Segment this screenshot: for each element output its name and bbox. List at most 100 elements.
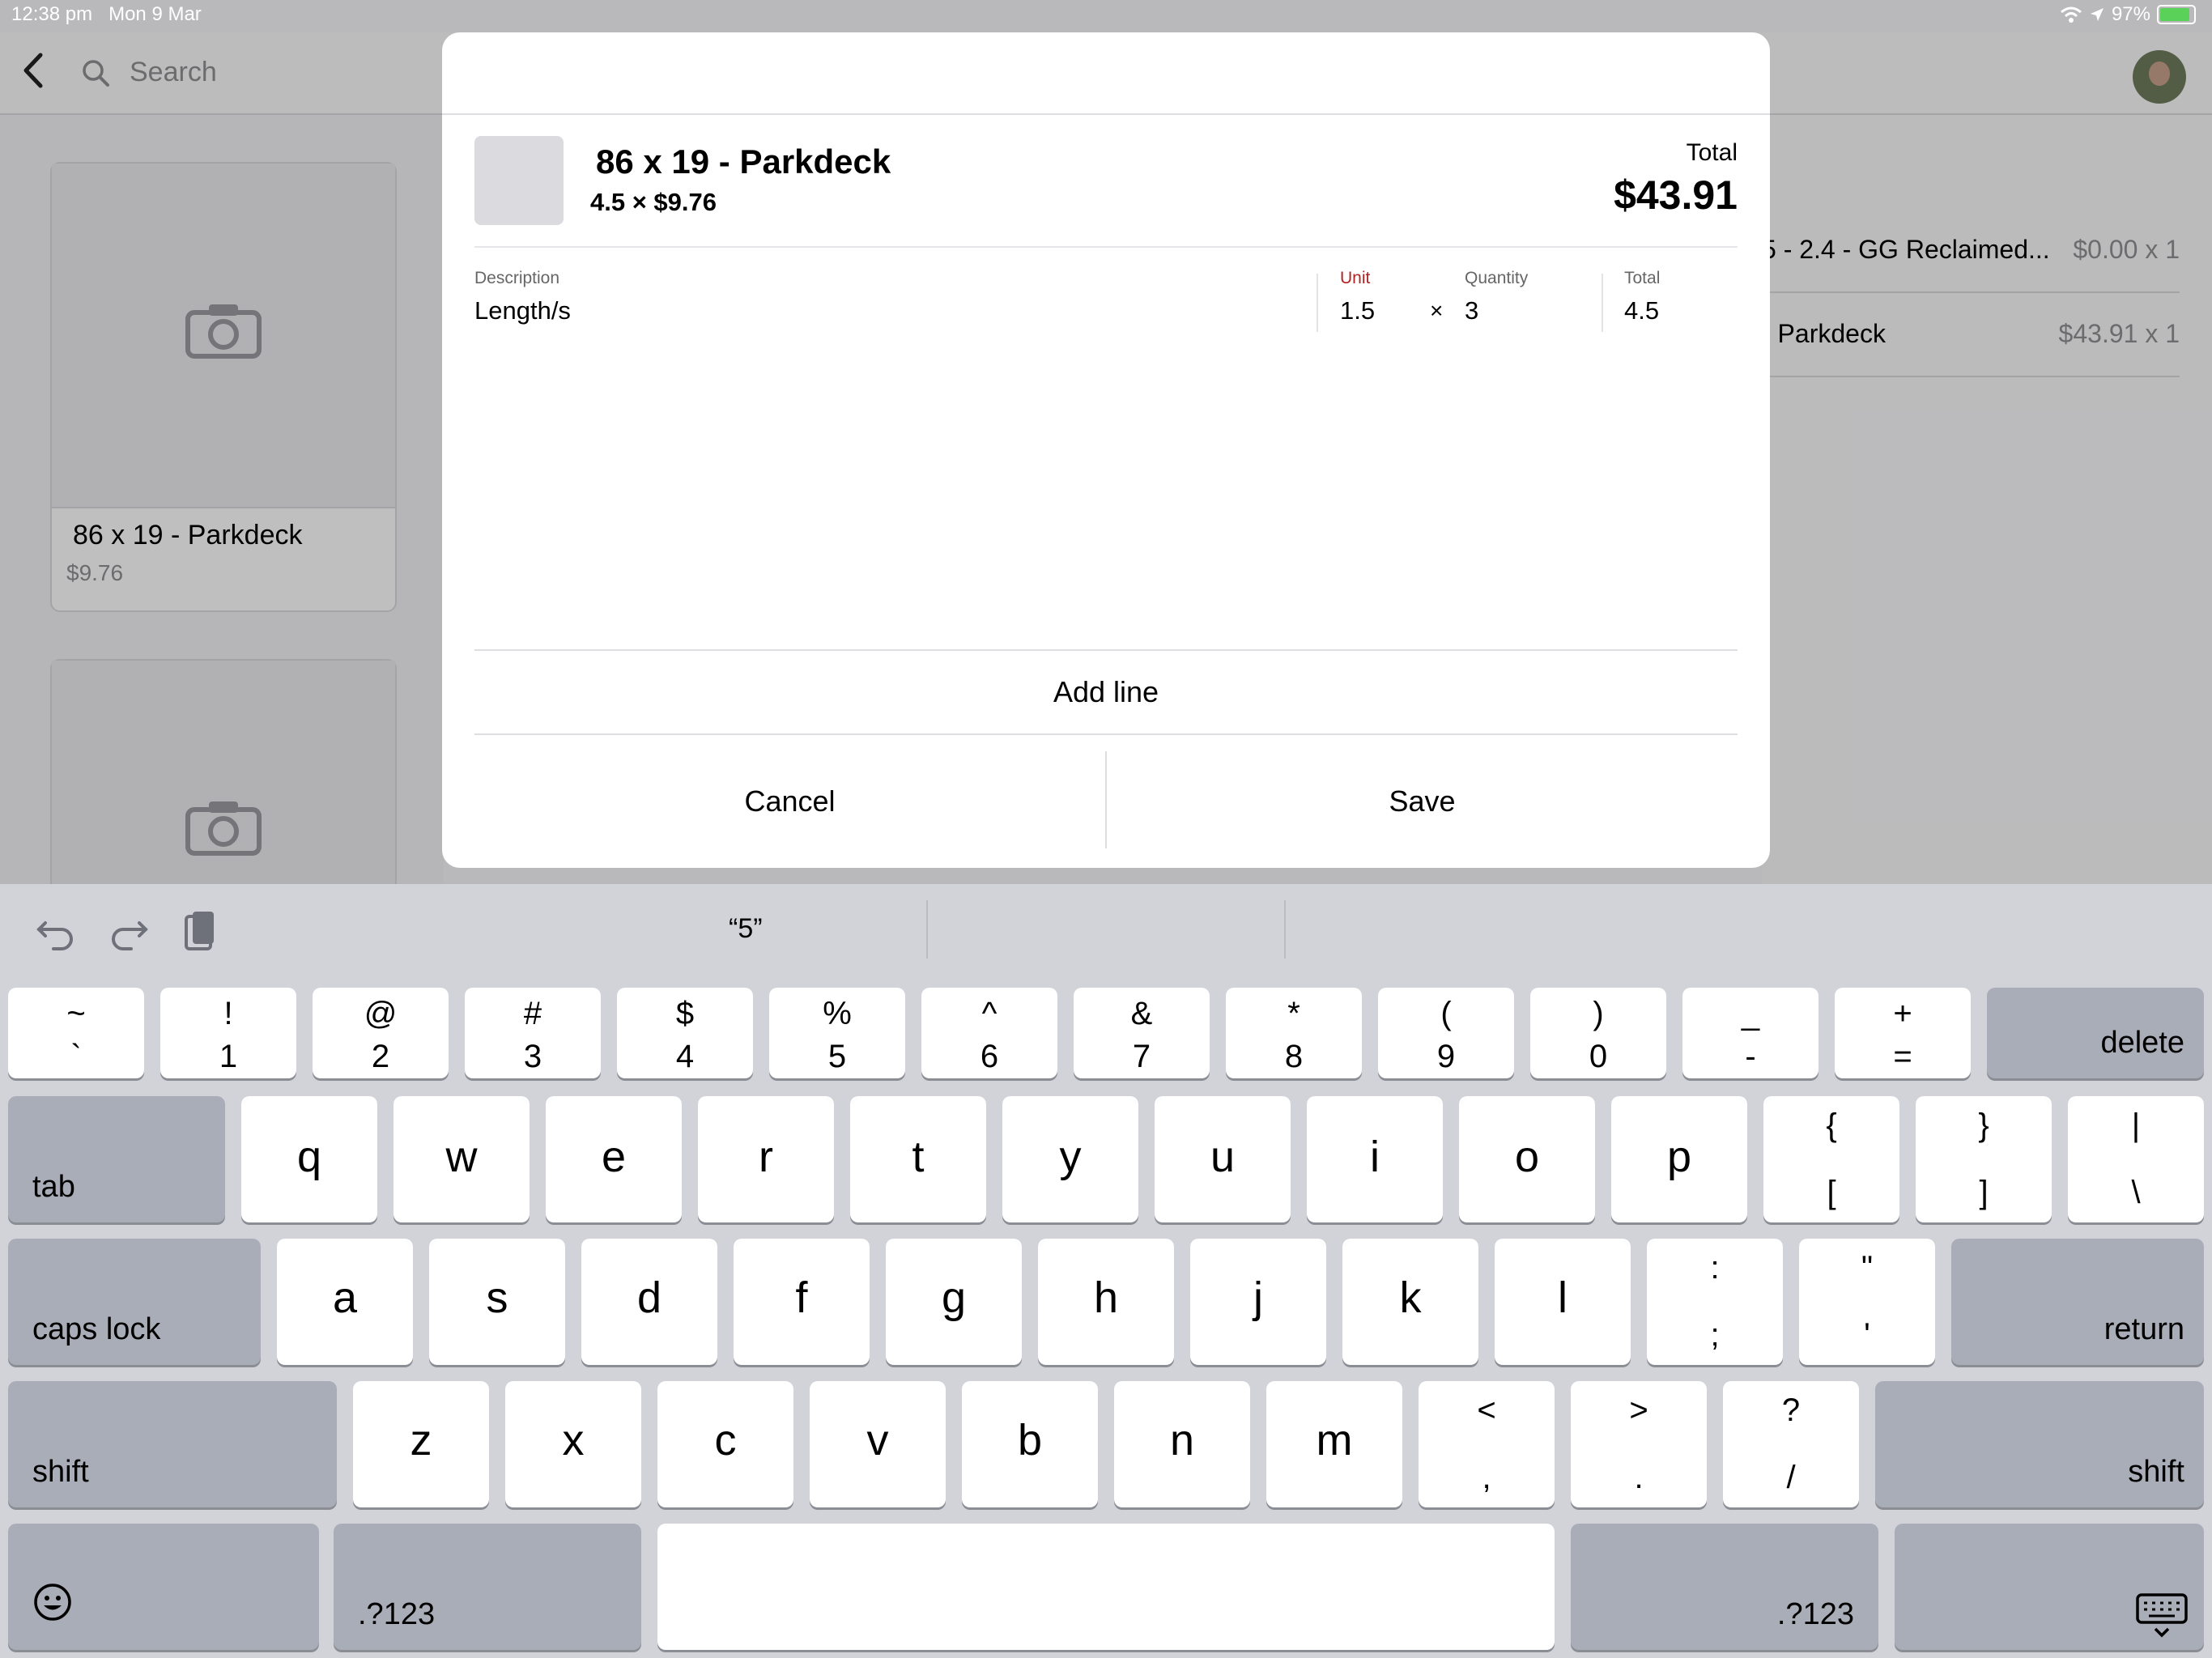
key-bottom-char: ] <box>1979 1175 1989 1210</box>
key-v[interactable]: v <box>810 1381 946 1507</box>
key-w[interactable]: w <box>393 1096 530 1222</box>
key-backslash[interactable]: | \ <box>2068 1096 2204 1222</box>
shift-key-left[interactable]: shift <box>8 1381 337 1507</box>
key-d[interactable]: d <box>581 1239 717 1365</box>
key-4[interactable]: $4 <box>617 988 753 1078</box>
battery-percent: 97% <box>2111 3 2150 25</box>
unit-label: Unit <box>1340 269 1371 287</box>
modal-product-subtitle: 4.5 × $9.76 <box>590 188 717 216</box>
key-z[interactable]: z <box>353 1381 489 1507</box>
tab-key[interactable]: tab <box>8 1096 225 1222</box>
key-period[interactable]: >. <box>1571 1381 1707 1507</box>
return-key[interactable]: return <box>1951 1239 2204 1365</box>
key-1[interactable]: ! 1 <box>160 988 296 1078</box>
undo-icon[interactable] <box>34 908 79 954</box>
key-backtick[interactable]: ~ ` <box>8 988 144 1078</box>
edit-line-modal: 86 x 19 - Parkdeck 4.5 × $9.76 Total $43… <box>442 32 1770 868</box>
key-8[interactable]: * 8 <box>1226 988 1362 1078</box>
key-p[interactable]: p <box>1611 1096 1747 1222</box>
delete-key[interactable]: delete <box>1987 988 2204 1078</box>
key-n[interactable]: n <box>1114 1381 1250 1507</box>
key-j[interactable]: j <box>1190 1239 1326 1365</box>
suggestion-item[interactable]: “5” <box>729 913 763 945</box>
divider <box>474 246 1738 248</box>
key-bottom-char: [ <box>1827 1175 1836 1210</box>
key-bottom-char: , <box>1482 1460 1491 1495</box>
key-o[interactable]: o <box>1459 1096 1595 1222</box>
key-quote[interactable]: " ' <box>1799 1239 1935 1365</box>
save-button[interactable]: Save <box>1107 735 1738 868</box>
key-g[interactable]: g <box>886 1239 1022 1365</box>
key-bottom-char: 9 <box>1436 1039 1456 1074</box>
modal-product-title: 86 x 19 - Parkdeck <box>596 142 891 181</box>
key-bottom-char: 7 <box>1132 1039 1151 1074</box>
key-r[interactable]: r <box>698 1096 834 1222</box>
key-0[interactable]: ) 0 <box>1530 988 1666 1078</box>
key-f[interactable]: f <box>734 1239 870 1365</box>
key-equals[interactable]: + = <box>1835 988 1971 1078</box>
key-bottom-char: 1 <box>219 1039 238 1074</box>
key-q[interactable]: q <box>241 1096 377 1222</box>
key-u[interactable]: u <box>1155 1096 1291 1222</box>
key-bottom-char: = <box>1893 1039 1912 1074</box>
emoji-icon <box>34 1584 71 1621</box>
add-line-button[interactable]: Add line <box>474 651 1738 733</box>
key-6[interactable]: ^ 6 <box>921 988 1057 1078</box>
key-c[interactable]: c <box>657 1381 793 1507</box>
key-b[interactable]: b <box>962 1381 1098 1507</box>
key-k[interactable]: k <box>1342 1239 1478 1365</box>
key-char: o <box>1514 1133 1540 1181</box>
quantity-field[interactable]: 3 <box>1465 296 1478 325</box>
unit-field[interactable]: 1.5 <box>1340 296 1375 325</box>
key-top-char: { <box>1826 1107 1837 1143</box>
key-bottom-char: 3 <box>523 1039 542 1074</box>
key-y[interactable]: y <box>1002 1096 1138 1222</box>
key-char: z <box>410 1416 432 1465</box>
key-e[interactable]: e <box>546 1096 682 1222</box>
key-char: m <box>1316 1416 1353 1465</box>
key-a[interactable]: a <box>277 1239 413 1365</box>
key-slash[interactable]: ? / <box>1723 1381 1859 1507</box>
key-2[interactable]: @2 <box>313 988 449 1078</box>
wifi-icon <box>2060 6 2082 23</box>
key-close-bracket[interactable]: }] <box>1916 1096 2052 1222</box>
status-right: 97% <box>2060 3 2196 26</box>
key-bottom-char: / <box>1786 1460 1796 1495</box>
keyboard-toolbar: “5” <box>0 884 2212 980</box>
key-comma[interactable]: <, <box>1419 1381 1555 1507</box>
shift-key-right[interactable]: shift <box>1875 1381 2204 1507</box>
line-total-label: Total <box>1624 269 1661 287</box>
key-7[interactable]: & 7 <box>1074 988 1210 1078</box>
space-key[interactable] <box>657 1524 1555 1650</box>
key-semicolon[interactable]: :; <box>1647 1239 1783 1365</box>
key-top-char: } <box>1978 1107 1989 1143</box>
paste-icon[interactable] <box>178 908 223 954</box>
key-char: k <box>1399 1273 1422 1322</box>
key-char: b <box>1017 1416 1043 1465</box>
key-3[interactable]: #3 <box>465 988 601 1078</box>
divider <box>1602 274 1603 332</box>
key-label: caps lock <box>32 1312 161 1346</box>
description-field[interactable]: Length/s <box>474 296 571 325</box>
caps-lock-key[interactable]: caps lock <box>8 1239 261 1365</box>
key-m[interactable]: m <box>1266 1381 1402 1507</box>
key-l[interactable]: l <box>1495 1239 1631 1365</box>
key-top-char: " <box>1861 1250 1874 1286</box>
key-h[interactable]: h <box>1038 1239 1174 1365</box>
key-5[interactable]: % 5 <box>769 988 905 1078</box>
numbers-key-right[interactable]: .?123 <box>1571 1524 1878 1650</box>
key-top-char: # <box>523 996 542 1031</box>
emoji-key[interactable] <box>8 1524 319 1650</box>
key-open-bracket[interactable]: {[ <box>1763 1096 1899 1222</box>
key-minus[interactable]: _ - <box>1682 988 1819 1078</box>
key-9[interactable]: (9 <box>1378 988 1514 1078</box>
dismiss-keyboard-key[interactable] <box>1895 1524 2204 1650</box>
key-x[interactable]: x <box>505 1381 641 1507</box>
redo-icon[interactable] <box>105 908 151 954</box>
key-i[interactable]: i <box>1307 1096 1443 1222</box>
key-s[interactable]: s <box>429 1239 565 1365</box>
key-char: y <box>1059 1133 1082 1181</box>
key-t[interactable]: t <box>850 1096 986 1222</box>
numbers-key-left[interactable]: .?123 <box>334 1524 641 1650</box>
cancel-button[interactable]: Cancel <box>474 735 1105 868</box>
